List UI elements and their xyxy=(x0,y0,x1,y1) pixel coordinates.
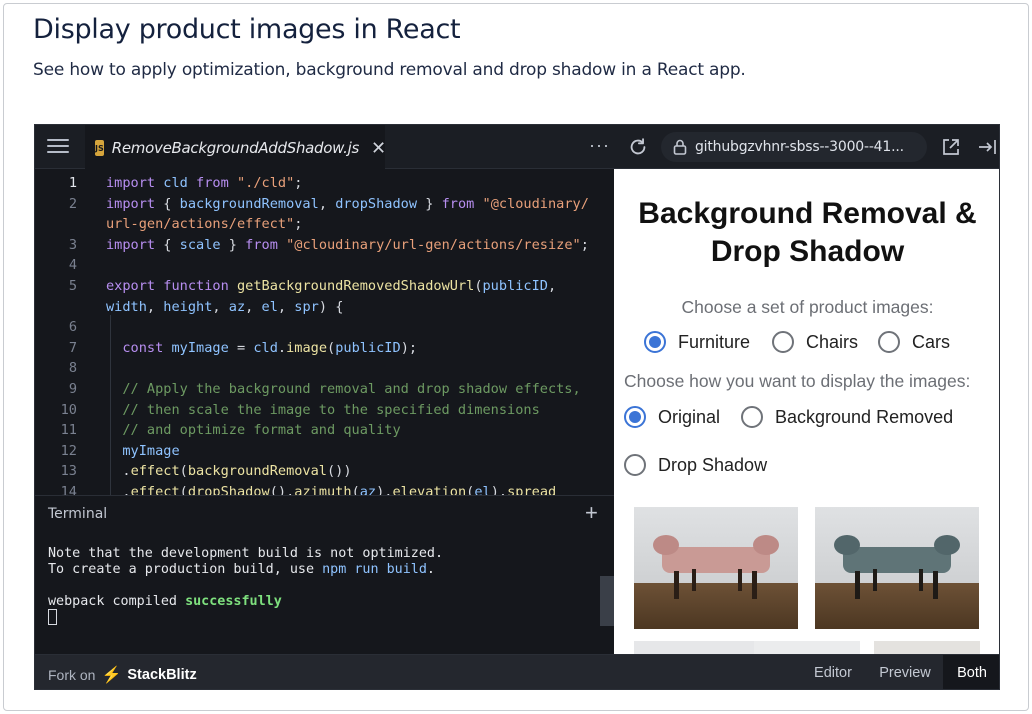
code-text: .effect(dropShadow().azimuth(az).elevati… xyxy=(106,484,557,495)
terminal-line: webpack compiled successfully xyxy=(48,594,282,609)
code-text: width, height, az, el, spr) { xyxy=(106,298,344,315)
file-tab[interactable]: JS RemoveBackgroundAddShadow.js ✕ xyxy=(85,125,386,169)
code-line[interactable]: 2 import { backgroundRemoval, dropShadow … xyxy=(35,194,614,214)
line-number: 5 xyxy=(68,278,77,294)
radio-circle xyxy=(741,406,763,428)
code-line[interactable]: 6 xyxy=(35,317,614,337)
view-both-button[interactable]: Both xyxy=(943,655,999,689)
code-line[interactable]: 10 // then scale the image to the specif… xyxy=(35,400,614,420)
code-text: url-gen/actions/effect"; xyxy=(106,216,303,233)
line-number: 13 xyxy=(60,463,77,480)
preview-url-bar[interactable]: githubgzvhnr-sbss--3000--41... xyxy=(661,132,927,162)
product-image[interactable] xyxy=(874,641,980,654)
radio-furniture[interactable]: Furniture xyxy=(644,331,750,353)
code-text: // then scale the image to the specified… xyxy=(106,401,540,418)
product-image[interactable] xyxy=(634,507,798,629)
terminal-line: Note that the development build is not o… xyxy=(48,546,444,561)
terminal-scrollbar[interactable] xyxy=(600,576,614,626)
radio-cars[interactable]: Cars xyxy=(878,331,950,353)
code-line[interactable]: url-gen/actions/effect"; xyxy=(35,214,614,234)
preview-url: githubgzvhnr-sbss--3000--41... xyxy=(695,139,904,155)
radio-background-removed[interactable]: Background Removed xyxy=(741,406,953,428)
radio-original[interactable]: Original xyxy=(624,406,720,428)
menu-icon[interactable] xyxy=(47,139,69,155)
line-number: 4 xyxy=(68,257,77,274)
code-text: export function getBackgroundRemovedShad… xyxy=(106,278,557,294)
code-line[interactable]: 7 const myImage = cld.image(publicID); xyxy=(35,338,614,358)
more-options-icon[interactable]: ··· xyxy=(589,135,610,156)
code-line[interactable]: 1 import cld from "./cld"; xyxy=(35,173,614,193)
code-line[interactable]: 4 xyxy=(35,255,614,275)
line-number: 1 xyxy=(68,175,77,191)
line-number: 12 xyxy=(60,442,77,459)
code-line[interactable]: 5 export function getBackgroundRemovedSha… xyxy=(35,276,614,296)
line-number: 9 xyxy=(68,381,77,397)
code-text: import { scale } from "@cloudinary/url-g… xyxy=(106,236,589,253)
embed-topbar: JS RemoveBackgroundAddShadow.js ✕ ··· gi… xyxy=(35,125,999,169)
radio-circle xyxy=(878,331,900,353)
view-preview-button[interactable]: Preview xyxy=(869,655,941,689)
code-text: myImage xyxy=(106,442,180,459)
radio-circle xyxy=(644,331,666,353)
reload-icon[interactable] xyxy=(627,136,649,158)
radio-circle xyxy=(624,454,646,476)
terminal-panel[interactable]: Terminal + Note that the development bui… xyxy=(35,495,614,654)
code-line[interactable]: 14 .effect(dropShadow().azimuth(az).elev… xyxy=(35,482,614,495)
page-subtitle: See how to apply optimization, backgroun… xyxy=(33,60,746,80)
close-icon[interactable]: ✕ xyxy=(371,139,386,157)
line-number: 7 xyxy=(68,339,77,356)
line-number: 11 xyxy=(60,422,77,439)
code-line[interactable]: 11 // and optimize format and quality xyxy=(35,420,614,440)
code-line[interactable]: 9 // Apply the background removal and dr… xyxy=(35,379,614,399)
product-image[interactable] xyxy=(634,641,756,654)
code-text: // Apply the background removal and drop… xyxy=(106,381,581,397)
line-number: 10 xyxy=(60,401,77,418)
product-image[interactable] xyxy=(754,641,860,654)
radio-drop-shadow[interactable]: Drop Shadow xyxy=(624,454,767,476)
embed-bottombar: Fork on ⚡ StackBlitz Editor Preview Both xyxy=(35,654,999,689)
file-tab-label: RemoveBackgroundAddShadow.js xyxy=(111,139,360,157)
code-line[interactable]: 3 import { scale } from "@cloudinary/url-… xyxy=(35,235,614,255)
pink-bench-image xyxy=(653,535,779,599)
code-text: import cld from "./cld"; xyxy=(106,175,303,191)
radio-chairs[interactable]: Chairs xyxy=(772,331,858,353)
code-text: const myImage = cld.image(publicID); xyxy=(122,339,418,356)
stackblitz-logo-text: StackBlitz xyxy=(127,667,197,683)
terminal-cursor xyxy=(48,609,57,625)
open-in-new-window-icon[interactable] xyxy=(941,137,961,157)
collapse-panel-icon[interactable] xyxy=(977,137,997,157)
lightning-bolt-icon: ⚡ xyxy=(101,667,122,684)
js-file-icon: JS xyxy=(95,140,104,156)
line-number: 3 xyxy=(68,236,77,253)
view-editor-button[interactable]: Editor xyxy=(801,655,865,689)
page-title: Display product images in React xyxy=(33,14,461,45)
preview-heading: Background Removal & Drop Shadow xyxy=(638,197,977,268)
preview-pane: Background Removal & Drop Shadow Choose … xyxy=(614,169,999,654)
line-number: 14 xyxy=(60,484,77,495)
code-text: // and optimize format and quality xyxy=(106,422,401,439)
code-line[interactable]: 8 xyxy=(35,358,614,378)
line-number: 2 xyxy=(68,195,77,212)
lock-icon xyxy=(673,139,687,155)
teal-bench-image xyxy=(834,535,960,599)
radio-circle xyxy=(624,406,646,428)
product-set-question: Choose a set of product images: xyxy=(681,297,934,317)
display-mode-question: Choose how you want to display the image… xyxy=(624,371,971,391)
code-line[interactable]: width, height, az, el, spr) { xyxy=(35,297,614,317)
product-image[interactable] xyxy=(815,507,979,629)
add-terminal-button[interactable]: + xyxy=(585,500,598,526)
code-line[interactable]: 13 .effect(backgroundRemoval()) xyxy=(35,461,614,481)
stackblitz-embed: JS RemoveBackgroundAddShadow.js ✕ ··· gi… xyxy=(34,124,1000,690)
code-text: .effect(backgroundRemoval()) xyxy=(106,463,352,480)
terminal-line: To create a production build, use npm ru… xyxy=(48,562,435,577)
line-number: 6 xyxy=(68,319,77,336)
radio-circle xyxy=(772,331,794,353)
code-line[interactable]: 12 myImage xyxy=(35,441,614,461)
line-number: 8 xyxy=(68,360,77,377)
terminal-title: Terminal xyxy=(48,506,108,522)
fork-on-stackblitz-link[interactable]: Fork on ⚡ StackBlitz xyxy=(48,665,197,685)
code-editor[interactable]: 1 import cld from "./cld"; 2 import { backg… xyxy=(35,169,614,495)
code-text: import { backgroundRemoval, dropShadow }… xyxy=(106,195,589,212)
